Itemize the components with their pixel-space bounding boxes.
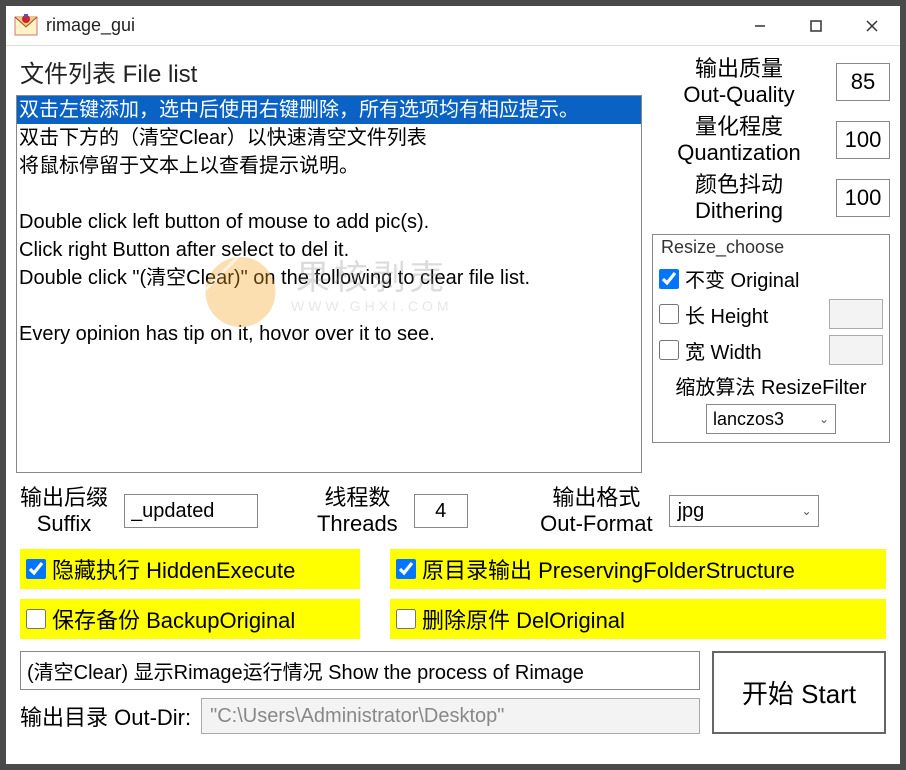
resize-height-checkbox[interactable] bbox=[659, 304, 679, 324]
titlebar: rimage_gui bbox=[6, 6, 900, 46]
dithering-label: 颜色抖动Dithering bbox=[652, 172, 826, 224]
resize-group: Resize_choose 不变 Original 长 Height 宽 Wid… bbox=[652, 234, 890, 443]
list-item[interactable]: Every opinion has tip on it, hovor over … bbox=[17, 320, 641, 348]
resize-legend: Resize_choose bbox=[659, 237, 883, 258]
close-button[interactable] bbox=[844, 6, 900, 46]
del-original-check[interactable]: 删除原件 DelOriginal bbox=[390, 599, 886, 639]
maximize-button[interactable] bbox=[788, 6, 844, 46]
chevron-down-icon: ⌄ bbox=[819, 412, 835, 426]
threads-label: 线程数Threads bbox=[317, 485, 398, 537]
content-area: 文件列表 File list 果核剥壳WWW.GHXI.COM 双击左键添加，选… bbox=[6, 46, 900, 742]
start-button[interactable]: 开始 Start bbox=[712, 651, 886, 734]
resize-height-label: 长 Height bbox=[685, 300, 768, 329]
minimize-button[interactable] bbox=[732, 6, 788, 46]
window-title: rimage_gui bbox=[46, 15, 135, 36]
resize-width-checkbox[interactable] bbox=[659, 340, 679, 360]
resize-width-row[interactable]: 宽 Width bbox=[659, 335, 883, 365]
app-icon bbox=[12, 12, 40, 40]
out-dir-input[interactable] bbox=[201, 698, 700, 734]
list-item[interactable]: 双击左键添加，选中后使用右键删除，所有选项均有相应提示。 bbox=[17, 96, 641, 124]
list-item[interactable] bbox=[17, 292, 641, 320]
dithering-input[interactable] bbox=[836, 179, 890, 217]
resize-original-label: 不变 Original bbox=[685, 264, 799, 293]
list-item[interactable]: 双击下方的（清空Clear）以快速清空文件列表 bbox=[17, 124, 641, 152]
list-item[interactable]: Click right Button after select to del i… bbox=[17, 236, 641, 264]
filelist-title: 文件列表 File list bbox=[16, 54, 642, 89]
resize-width-label: 宽 Width bbox=[685, 336, 762, 365]
quantization-input[interactable] bbox=[836, 121, 890, 159]
file-list[interactable]: 果核剥壳WWW.GHXI.COM 双击左键添加，选中后使用右键删除，所有选项均有… bbox=[16, 95, 642, 473]
preserve-folder-check[interactable]: 原目录输出 PreservingFolderStructure bbox=[390, 549, 886, 589]
hidden-execute-check[interactable]: 隐藏执行 HiddenExecute bbox=[20, 549, 360, 589]
out-format-select[interactable]: jpg ⌄ bbox=[669, 495, 819, 527]
list-item[interactable]: Double click left button of mouse to add… bbox=[17, 208, 641, 236]
threads-input[interactable] bbox=[414, 494, 468, 528]
resize-filter-label: 缩放算法 ResizeFilter bbox=[659, 371, 883, 400]
resize-height-row[interactable]: 长 Height bbox=[659, 299, 883, 329]
resize-width-input[interactable] bbox=[829, 335, 883, 365]
list-item[interactable]: 将鼠标停留于文本上以查看提示说明。 bbox=[17, 152, 641, 180]
chevron-down-icon: ⌄ bbox=[802, 504, 818, 518]
process-status-box[interactable]: (清空Clear) 显示Rimage运行情况 Show the process … bbox=[20, 651, 700, 690]
suffix-label: 输出后缀Suffix bbox=[20, 485, 108, 537]
suffix-input[interactable] bbox=[124, 494, 258, 528]
out-quality-input[interactable] bbox=[836, 63, 890, 101]
out-dir-label: 输出目录 Out-Dir: bbox=[20, 700, 191, 732]
list-item[interactable] bbox=[17, 180, 641, 208]
app-window: rimage_gui 文件列表 File list 果核剥壳WWW.GHXI.C… bbox=[0, 0, 906, 770]
out-format-label: 输出格式Out-Format bbox=[540, 485, 652, 537]
out-quality-label: 输出质量Out-Quality bbox=[652, 56, 826, 108]
list-item[interactable]: Double click "(清空Clear)" on the followin… bbox=[17, 264, 641, 292]
resize-original-checkbox[interactable] bbox=[659, 269, 679, 289]
resize-filter-select[interactable]: lanczos3 ⌄ bbox=[706, 404, 836, 434]
resize-original-row[interactable]: 不变 Original bbox=[659, 264, 883, 293]
quantization-label: 量化程度Quantization bbox=[652, 114, 826, 166]
window-buttons bbox=[732, 6, 900, 46]
backup-original-check[interactable]: 保存备份 BackupOriginal bbox=[20, 599, 360, 639]
resize-height-input[interactable] bbox=[829, 299, 883, 329]
